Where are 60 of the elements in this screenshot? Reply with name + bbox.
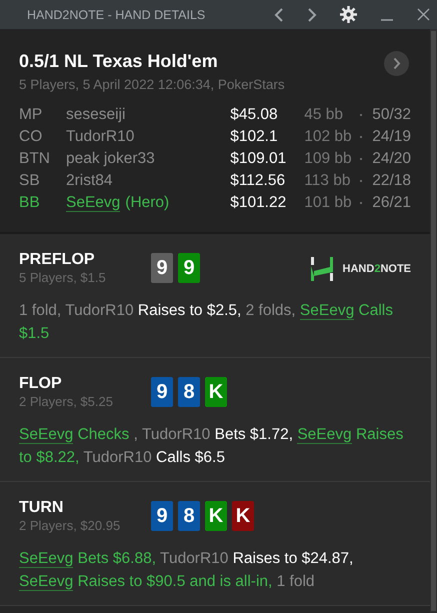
player-name: peak joker33 [66, 150, 155, 167]
player-stack: $45.08 [230, 106, 279, 124]
playing-card: 8 [178, 377, 200, 407]
playing-card: 8 [178, 501, 200, 531]
scrollbar[interactable] [430, 29, 437, 613]
player-stats: 50/32 [372, 106, 411, 124]
player-link[interactable]: SeEevg [19, 426, 74, 444]
player-bb: 113 bb [304, 172, 352, 190]
player-stack: $112.56 [230, 172, 286, 190]
street-name: TURN [19, 499, 64, 517]
player-stats: 22/18 [372, 172, 411, 190]
player-link[interactable]: SeEevg [19, 573, 74, 591]
hand-subtitle: 5 Players, 5 April 2022 12:06:34, PokerStars [19, 77, 285, 92]
hand-title: 0.5/1 NL Texas Hold'em [19, 51, 219, 72]
player-link[interactable]: SeEevg [19, 550, 74, 568]
player-link[interactable]: SeEevg [300, 302, 354, 320]
player-stack: $102.1 [230, 128, 279, 146]
action-summary: SeEevg Checks , TudorR10 Bets $1.72, SeEevg Raises to $8.22, TudorR10 Calls $6.5 [19, 425, 404, 468]
player-link[interactable]: SeEevg [297, 426, 352, 444]
next-hand-button[interactable] [384, 51, 409, 76]
playing-card: K [205, 377, 227, 407]
player-bb: 109 bb [304, 150, 353, 168]
player-position: MP [19, 106, 44, 124]
action-summary: 1 fold, TudorR10 Raises to $2.5, 2 folds, SeEevg Calls $1.5 [19, 301, 394, 344]
player-bb: 45 bb [304, 106, 344, 124]
playing-card: 9 [178, 253, 200, 283]
player-stack: $101.22 [230, 194, 288, 212]
player-stats: 24/20 [372, 150, 411, 168]
player-name: TudorR10 [66, 128, 134, 145]
playing-card: K [205, 501, 227, 531]
window-title: HAND2NOTE - HAND DETAILS [27, 8, 206, 22]
player-position: BB [19, 194, 41, 212]
logo-icon [310, 257, 334, 281]
close-icon[interactable] [417, 8, 430, 21]
street-name: PREFLOP [19, 251, 96, 269]
player-stack: $109.01 [230, 150, 288, 168]
action-summary: SeEevg Bets $6.88, TudorR10 Raises to $24.87, SeEevg Raises to $90.5 and is all-in, 1 fold [19, 549, 354, 593]
street-name: FLOP [19, 375, 63, 393]
player-bb: 102 bb [304, 128, 353, 146]
player-position: CO [19, 128, 44, 146]
player-bb: 101 bb [304, 194, 353, 212]
hero-tag: (Hero) [125, 194, 170, 211]
playing-card: 9 [151, 377, 173, 407]
forward-icon[interactable] [307, 8, 317, 22]
player-name: 2rist84 [66, 172, 113, 189]
logo-text: HAND2NOTE [342, 263, 411, 275]
player-position: BTN [19, 150, 51, 168]
playing-card: 9 [151, 501, 173, 531]
playing-card: K [232, 501, 254, 531]
player-name: seseseiji [66, 106, 126, 123]
player-stats: 24/19 [372, 128, 411, 146]
street-info: 2 Players, $20.95 [19, 518, 122, 533]
player-stats: 26/21 [372, 194, 411, 212]
player-position: SB [19, 172, 41, 190]
street-info: 2 Players, $5.25 [19, 394, 114, 409]
settings-icon[interactable] [340, 6, 357, 23]
back-icon[interactable] [274, 8, 284, 22]
playing-card: 9 [151, 253, 173, 283]
player-link[interactable]: SeEevg [66, 194, 120, 212]
street-info: 5 Players, $1.5 [19, 270, 107, 285]
